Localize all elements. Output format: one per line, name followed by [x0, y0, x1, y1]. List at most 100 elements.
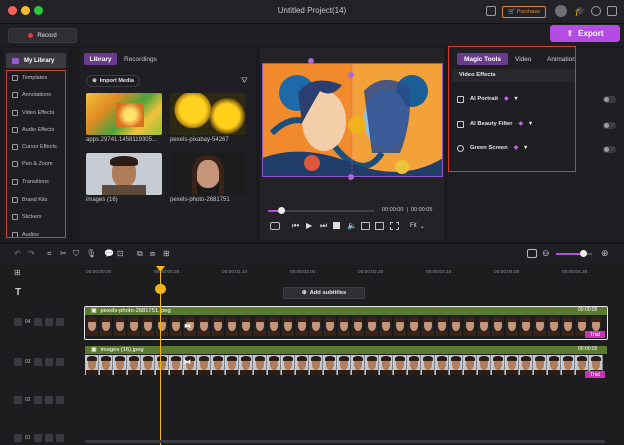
camera-icon[interactable] [270, 222, 280, 230]
filmstrip-frame [239, 355, 253, 375]
filmstrip-frame [309, 355, 323, 375]
menu-icon[interactable] [607, 6, 617, 16]
green-screen-toggle[interactable] [603, 146, 616, 153]
speaker-icon[interactable] [55, 396, 64, 404]
eye-icon[interactable] [44, 396, 53, 404]
fit-dropdown[interactable]: Fit ⌄ [410, 220, 434, 232]
maximize-window-button[interactable] [34, 6, 43, 15]
align-icon[interactable]: ⊞ [163, 249, 170, 258]
transition-marker-icon[interactable]: ⧓ [184, 358, 191, 366]
filter-icon[interactable]: ⛛ [241, 77, 249, 85]
filmstrip-frame [435, 316, 449, 336]
lock-icon[interactable] [33, 358, 42, 366]
tab-library[interactable]: Library [84, 53, 117, 65]
chevron-down-icon: ⌄ [419, 223, 425, 230]
filmstrip-frame [309, 316, 323, 336]
filmstrip-frame [365, 316, 379, 336]
ungroup-icon[interactable]: ⧈ [150, 249, 155, 259]
minimize-window-button[interactable] [21, 6, 30, 15]
zoom-slider-fill [556, 253, 583, 255]
tab-recordings[interactable]: Recordings [124, 53, 157, 65]
resize-handle[interactable] [348, 72, 354, 78]
playhead[interactable] [160, 270, 161, 445]
eye-icon[interactable] [44, 358, 53, 366]
speaker-icon[interactable] [55, 434, 64, 442]
track-type-icon [14, 434, 22, 442]
filmstrip-frame [463, 355, 477, 375]
zoom-out-icon[interactable]: ⊖ [542, 248, 550, 259]
avatar[interactable] [555, 5, 567, 17]
lock-icon[interactable] [33, 318, 42, 326]
group-icon[interactable]: ⧉ [137, 249, 143, 259]
timecode: 00:00:00 | 00:00:05 [382, 207, 433, 213]
comment-icon[interactable]: 💬 [104, 249, 114, 258]
filmstrip-frame [519, 316, 533, 336]
filmstrip-frame [267, 316, 281, 336]
zoom-in-icon[interactable]: ⊕ [601, 248, 609, 259]
filmstrip-frame [225, 355, 239, 375]
step-forward-icon[interactable]: ⏭ [320, 221, 327, 231]
top-toolbar [0, 24, 624, 46]
upload-icon: ⇪ [566, 29, 574, 38]
undo-icon[interactable]: ↶ [14, 249, 21, 258]
export-button[interactable]: ⇪ Export [550, 25, 620, 42]
filmstrip-frame [533, 316, 547, 336]
transition-marker-icon[interactable]: ⧓ [184, 322, 191, 330]
crop-icon[interactable] [361, 222, 370, 230]
graduation-cap-icon[interactable]: 🎓 [574, 6, 586, 16]
lock-icon[interactable] [33, 396, 42, 404]
add-subtitles-button[interactable]: ⊕ Add subtitles [283, 287, 365, 299]
rotate-handle[interactable] [308, 58, 314, 64]
filmstrip-frame [337, 355, 351, 375]
media-thumbnail[interactable] [170, 93, 246, 135]
sidebar-my-library[interactable]: My Library [6, 53, 66, 68]
filmstrip-frame [295, 316, 309, 336]
resize-handle[interactable] [348, 174, 354, 180]
zoom-slider-handle[interactable] [580, 250, 587, 257]
redo-icon[interactable]: ↷ [28, 249, 35, 258]
playhead-split-handle[interactable] [155, 284, 166, 294]
fullscreen-icon[interactable] [390, 222, 399, 230]
volume-icon[interactable]: 🔈 [347, 221, 357, 230]
play-icon[interactable]: ▶ [306, 221, 312, 230]
text-box-icon[interactable]: ⊡ [117, 249, 124, 258]
cart-icon: 🛒 [507, 9, 515, 15]
media-thumbnail[interactable] [170, 153, 246, 195]
share-icon[interactable] [486, 6, 496, 16]
close-window-button[interactable] [8, 6, 17, 15]
filmstrip-frame [337, 316, 351, 336]
filmstrip-frame [295, 355, 309, 375]
purchase-button[interactable]: 🛒 Purchase [502, 6, 546, 18]
speaker-icon[interactable] [55, 318, 64, 326]
split-icon[interactable]: ✂ [60, 249, 67, 258]
ai-beauty-filter-toggle[interactable] [603, 122, 616, 129]
filmstrip-frame [99, 355, 113, 375]
caption-icon[interactable] [375, 222, 384, 230]
settings-icon[interactable] [591, 6, 601, 16]
step-back-icon[interactable]: ⏮ [292, 221, 299, 231]
ai-portrait-toggle[interactable] [603, 96, 616, 103]
import-media-button[interactable]: ⊕ Import Media [86, 75, 140, 87]
shield-icon[interactable]: ⛉ [73, 249, 79, 259]
filmstrip-frame [533, 355, 547, 375]
eye-icon[interactable] [44, 434, 53, 442]
add-track-icon[interactable]: ⊞ [14, 268, 21, 277]
microphone-icon[interactable]: 🎙 [86, 249, 96, 258]
clip-duration: 00:00:05 [578, 307, 598, 313]
filmstrip-frame [113, 316, 127, 336]
crop-tool-icon[interactable]: ⌗ [47, 249, 52, 259]
media-thumbnail[interactable] [86, 153, 162, 195]
filmstrip-frame [519, 355, 533, 375]
filmstrip-frame [197, 316, 211, 336]
media-thumbnail[interactable] [86, 93, 162, 135]
playback-progress-handle[interactable] [277, 207, 285, 214]
eye-icon[interactable] [44, 318, 53, 326]
track-controls: 02 [14, 396, 64, 404]
stop-icon[interactable] [333, 222, 340, 229]
timeline-scrollbar[interactable] [85, 440, 605, 443]
lock-icon[interactable] [33, 434, 42, 442]
filmstrip-frame [85, 355, 99, 375]
speaker-icon[interactable] [55, 358, 64, 366]
fit-timeline-icon[interactable] [527, 249, 537, 258]
record-button[interactable]: Record [8, 28, 77, 43]
